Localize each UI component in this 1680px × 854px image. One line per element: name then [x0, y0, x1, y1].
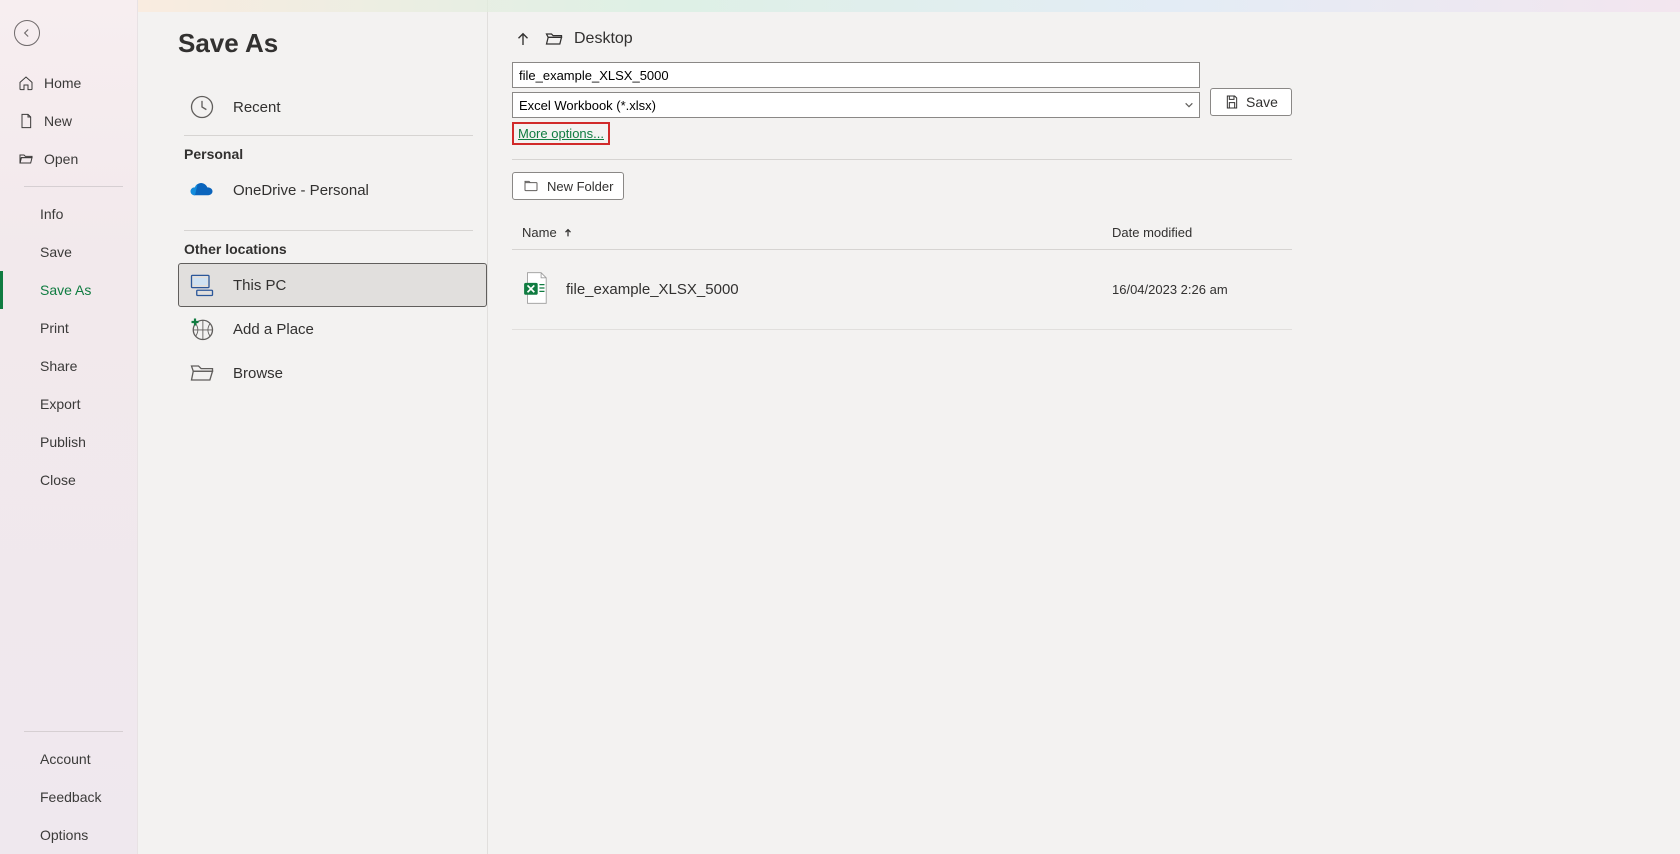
breadcrumb-label[interactable]: Desktop	[574, 30, 633, 48]
nav-info-label: Info	[40, 206, 63, 222]
nav-save-as[interactable]: Save As	[0, 271, 137, 309]
save-button[interactable]: Save	[1210, 88, 1292, 116]
nav-options-label: Options	[40, 827, 88, 843]
save-icon	[1224, 94, 1240, 110]
back-button[interactable]	[14, 20, 40, 46]
more-options-link[interactable]: More options...	[512, 122, 610, 145]
nav-close[interactable]: Close	[0, 461, 137, 499]
locations-separator	[184, 135, 473, 136]
nav-feedback[interactable]: Feedback	[0, 778, 137, 816]
home-icon	[18, 75, 34, 91]
nav-export-label: Export	[40, 396, 80, 412]
nav-open[interactable]: Open	[0, 140, 137, 178]
filetype-select[interactable]	[512, 92, 1200, 118]
this-pc-icon	[187, 270, 217, 300]
nav-info[interactable]: Info	[0, 195, 137, 233]
onedrive-icon	[187, 175, 217, 205]
nav-save-label: Save	[40, 244, 72, 260]
nav-save[interactable]: Save	[0, 233, 137, 271]
page-title: Save As	[178, 28, 487, 59]
file-list-header: Name Date modified	[512, 216, 1292, 250]
nav-new[interactable]: New	[0, 102, 137, 140]
filename-input[interactable]	[512, 62, 1200, 88]
nav-save-as-label: Save As	[40, 282, 91, 298]
nav-share[interactable]: Share	[0, 347, 137, 385]
nav-export[interactable]: Export	[0, 385, 137, 423]
nav-open-label: Open	[44, 151, 78, 167]
column-header-date[interactable]: Date modified	[1112, 225, 1292, 240]
nav-separator-bottom	[24, 731, 123, 732]
location-recent[interactable]: Recent	[178, 85, 487, 129]
nav-home[interactable]: Home	[0, 64, 137, 102]
nav-separator	[24, 186, 123, 187]
new-folder-button[interactable]: New Folder	[512, 172, 624, 200]
nav-account-label: Account	[40, 751, 91, 767]
location-add-place-label: Add a Place	[233, 321, 314, 338]
add-place-icon	[187, 314, 217, 344]
location-browse[interactable]: Browse	[178, 351, 487, 395]
nav-new-label: New	[44, 113, 72, 129]
folder-icon	[544, 29, 564, 49]
file-name: file_example_XLSX_5000	[566, 281, 739, 298]
column-header-date-label: Date modified	[1112, 225, 1192, 240]
locations-other-heading: Other locations	[184, 241, 487, 257]
folder-up-button[interactable]	[512, 28, 534, 50]
arrow-left-icon	[20, 26, 34, 40]
sort-asc-icon	[563, 228, 573, 238]
nav-publish[interactable]: Publish	[0, 423, 137, 461]
excel-file-icon	[522, 271, 550, 309]
open-folder-icon	[18, 151, 34, 167]
column-header-name-label: Name	[522, 225, 557, 240]
new-folder-label: New Folder	[547, 179, 613, 194]
nav-home-label: Home	[44, 75, 81, 91]
location-recent-label: Recent	[233, 99, 281, 116]
locations-personal-heading: Personal	[184, 146, 487, 162]
nav-print-label: Print	[40, 320, 69, 336]
location-onedrive-label: OneDrive - Personal	[233, 182, 369, 199]
location-this-pc[interactable]: This PC	[178, 263, 487, 307]
nav-close-label: Close	[40, 472, 76, 488]
new-folder-icon	[523, 178, 539, 194]
clock-icon	[187, 92, 217, 122]
location-onedrive-sub	[224, 206, 487, 222]
nav-publish-label: Publish	[40, 434, 86, 450]
nav-print[interactable]: Print	[0, 309, 137, 347]
arrow-up-icon	[514, 30, 532, 48]
column-header-name[interactable]: Name	[512, 225, 1112, 240]
new-file-icon	[18, 113, 34, 129]
nav-options[interactable]: Options	[0, 816, 137, 854]
nav-account[interactable]: Account	[0, 740, 137, 778]
location-this-pc-label: This PC	[233, 277, 286, 294]
location-browse-label: Browse	[233, 365, 283, 382]
locations-panel: Save As Recent Personal OneDrive - Perso…	[138, 0, 488, 854]
nav-share-label: Share	[40, 358, 77, 374]
locations-separator-2	[184, 230, 473, 231]
nav-feedback-label: Feedback	[40, 789, 101, 805]
file-row[interactable]: file_example_XLSX_5000 16/04/2023 2:26 a…	[512, 250, 1292, 330]
content-panel: Desktop More options... Save	[488, 0, 1680, 854]
save-button-label: Save	[1246, 94, 1278, 110]
location-add-place[interactable]: Add a Place	[178, 307, 487, 351]
backstage-sidebar: Home New Open Info Save Save As Print	[0, 0, 138, 854]
file-date: 16/04/2023 2:26 am	[1112, 282, 1292, 297]
file-list: Name Date modified file_example_XLSX_500…	[512, 216, 1292, 330]
breadcrumb: Desktop	[512, 24, 1640, 54]
browse-folder-icon	[187, 358, 217, 388]
